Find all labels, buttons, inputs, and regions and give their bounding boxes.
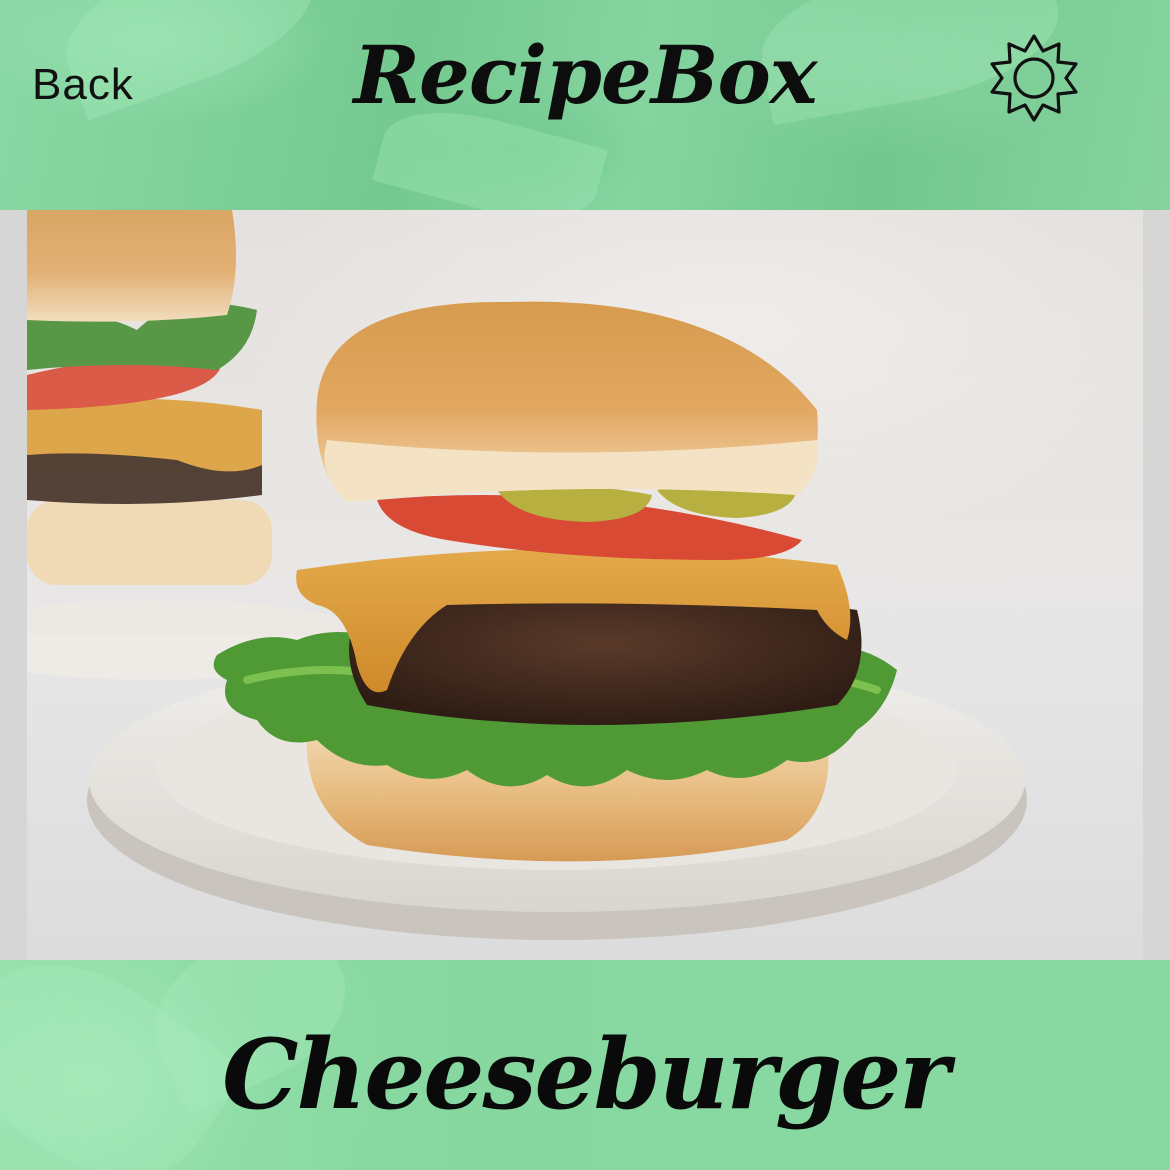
app-header: Back RecipeBox (0, 0, 1170, 210)
recipe-title-bar: Cheeseburger (0, 960, 1170, 1170)
recipe-title: Cheeseburger (222, 1018, 950, 1131)
recipe-photo-frame (0, 210, 1170, 960)
sun-icon[interactable] (988, 32, 1080, 124)
cheeseburger-photo (27, 210, 1143, 960)
